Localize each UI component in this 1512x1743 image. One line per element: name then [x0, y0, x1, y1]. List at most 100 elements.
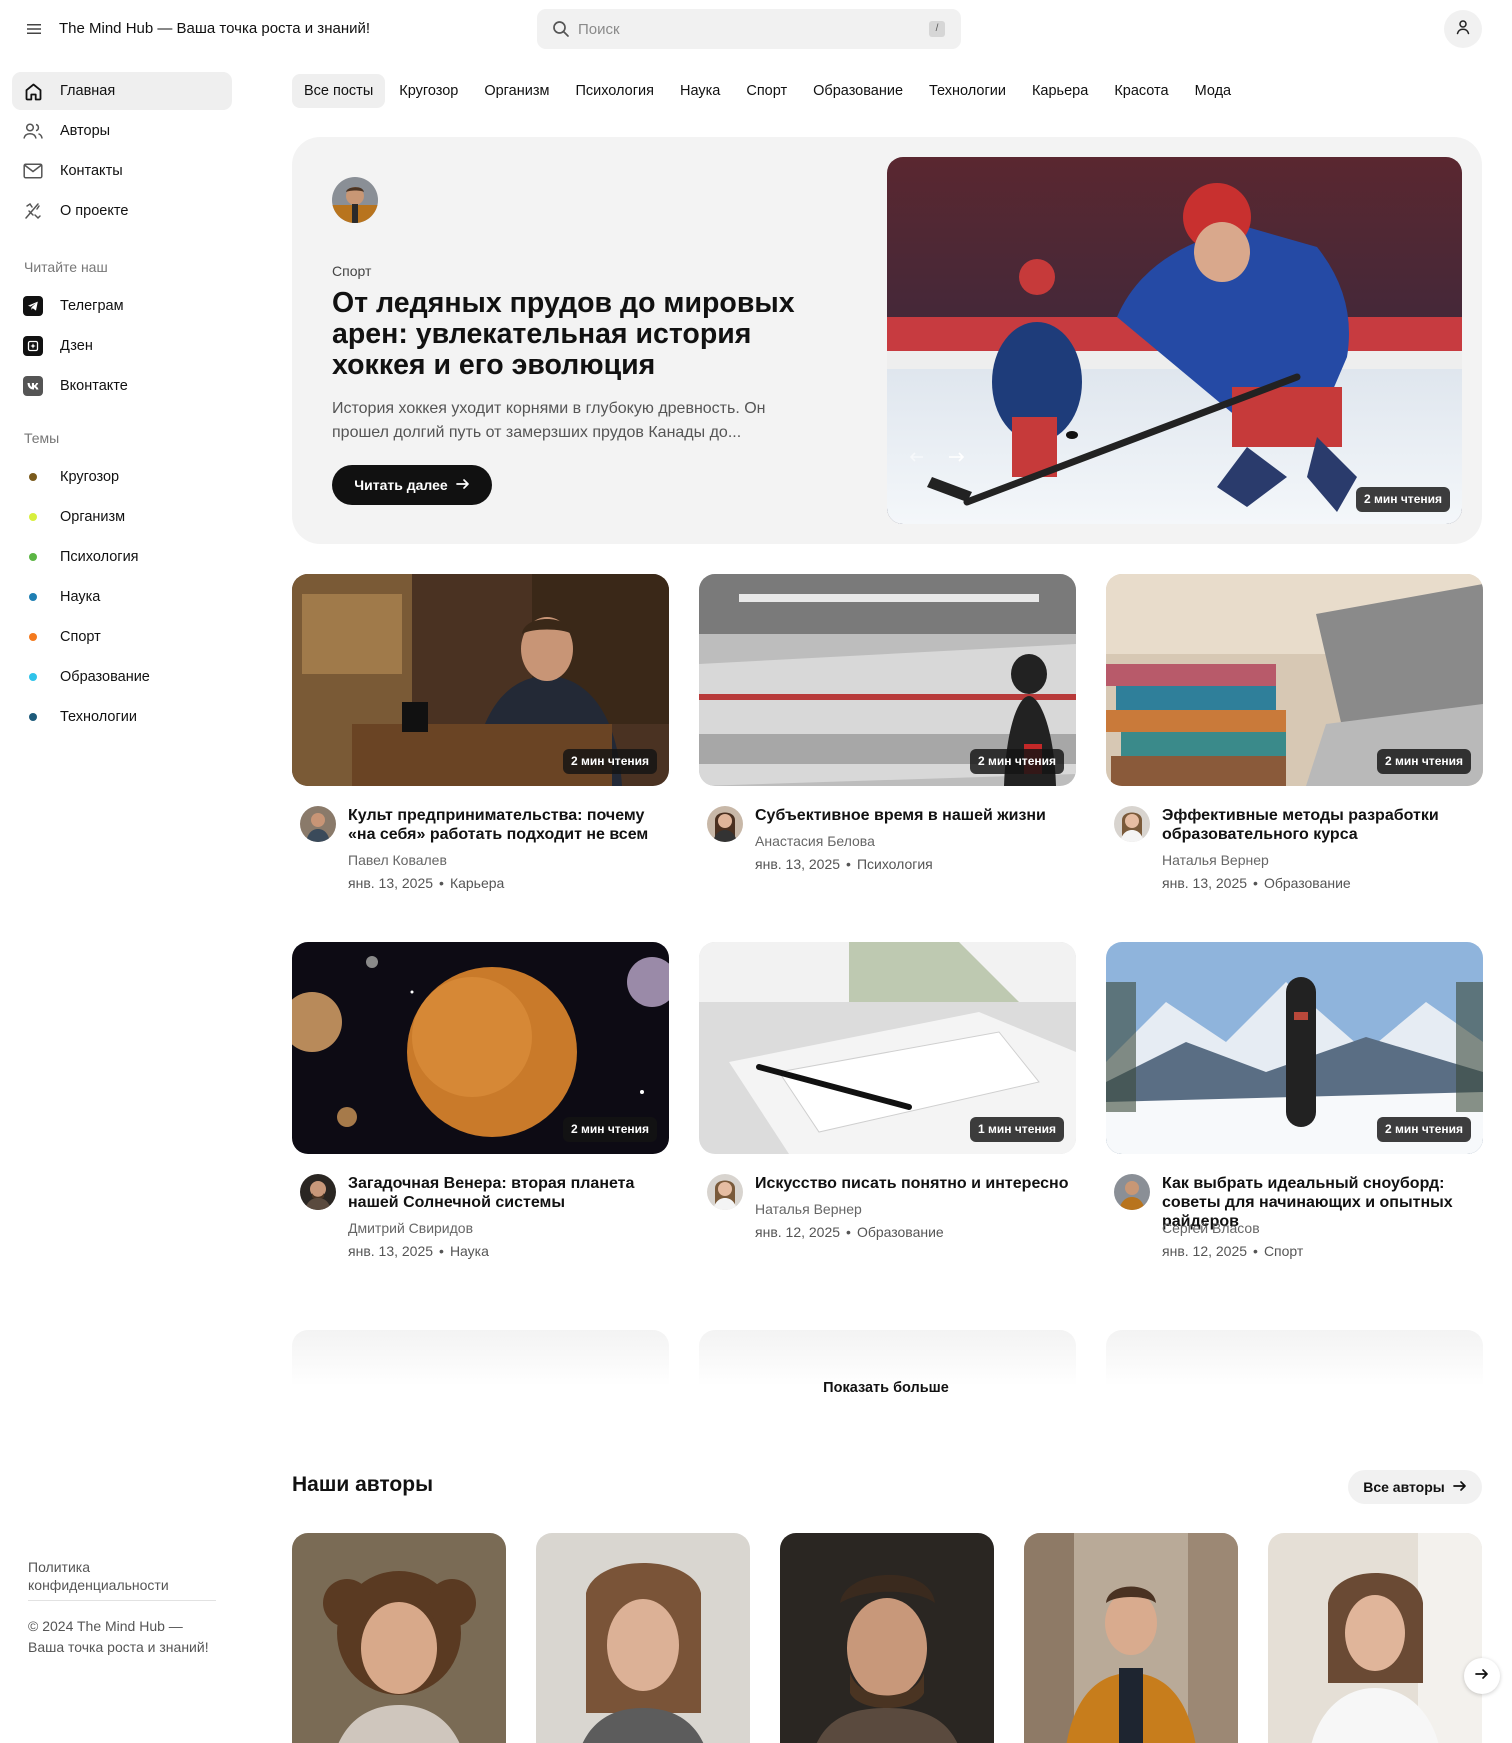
sidebar: Главная Авторы Контакты О проекте Читайт…	[0, 58, 242, 1743]
tab-category[interactable]: Спорт	[734, 74, 799, 108]
author-card[interactable]	[536, 1533, 750, 1743]
sidebar-topic-item[interactable]: Образование	[12, 658, 232, 696]
sidebar-topic-item[interactable]: Спорт	[12, 618, 232, 656]
post-category[interactable]: Карьера	[450, 875, 504, 891]
search-bar[interactable]: /	[537, 9, 961, 49]
tab-category[interactable]: Организм	[472, 74, 561, 108]
sidebar-item-telegram[interactable]: Телеграм	[12, 287, 232, 325]
tab-all-posts[interactable]: Все посты	[292, 74, 386, 108]
sidebar-topic-item[interactable]: Организм	[12, 498, 232, 536]
post-category[interactable]: Спорт	[332, 263, 371, 279]
post-card: 2 мин чтения Эффективные методы разработк…	[1106, 574, 1483, 894]
sidebar-item-label: Кругозор	[60, 469, 120, 485]
topic-color-dot	[29, 673, 37, 681]
post-card: 2 мин чтения Субъективное время в нашей ж…	[699, 574, 1076, 894]
all-authors-button[interactable]: Все авторы	[1348, 1470, 1482, 1504]
author-avatar[interactable]	[300, 1174, 336, 1210]
menu-icon[interactable]	[24, 19, 44, 39]
sidebar-item-contacts[interactable]: Контакты	[12, 152, 232, 190]
read-more-button[interactable]: Читать далее	[332, 465, 492, 505]
loading-placeholder	[699, 1330, 1076, 1386]
post-thumbnail[interactable]: 2 мин чтения	[1106, 942, 1483, 1154]
post-author[interactable]: Анастасия Белова	[755, 833, 875, 849]
tab-category[interactable]: Кругозор	[387, 74, 470, 108]
post-title[interactable]: Загадочная Венера: вторая планета нашей …	[348, 1174, 666, 1212]
tab-category[interactable]: Образование	[801, 74, 915, 108]
author-avatar[interactable]	[707, 1174, 743, 1210]
sidebar-item-dzen[interactable]: Дзен	[12, 327, 232, 365]
post-thumbnail[interactable]: 1 мин чтения	[699, 942, 1076, 1154]
users-icon	[23, 121, 43, 141]
author-card[interactable]	[780, 1533, 994, 1743]
tab-category[interactable]: Карьера	[1020, 74, 1100, 108]
post-author[interactable]: Дмитрий Свиридов	[348, 1220, 473, 1236]
author-avatar[interactable]	[332, 177, 378, 223]
search-input[interactable]	[578, 9, 918, 49]
author-avatar[interactable]	[707, 806, 743, 842]
author-card[interactable]	[1024, 1533, 1238, 1743]
sidebar-item-authors[interactable]: Авторы	[12, 112, 232, 150]
topic-color-dot	[29, 713, 37, 721]
carousel-next-button[interactable]	[1464, 1658, 1500, 1694]
post-category[interactable]: Образование	[1264, 875, 1351, 891]
meta-separator: •	[1253, 875, 1258, 891]
sidebar-topic-item[interactable]: Психология	[12, 538, 232, 576]
post-date: янв. 13, 2025	[755, 856, 841, 872]
user-account-button[interactable]	[1444, 10, 1482, 48]
post-author[interactable]: Павел Ковалев	[348, 852, 447, 868]
post-meta: янв. 13, 2025 • Карьера	[348, 875, 504, 891]
post-meta: янв. 12, 2025 • Спорт	[1162, 1243, 1303, 1259]
post-meta: янв. 13, 2025 • Наука	[348, 1243, 489, 1259]
post-thumbnail[interactable]: 2 мин чтения	[1106, 574, 1483, 786]
post-title[interactable]: Эффективные методы разработки образовате…	[1162, 806, 1480, 844]
post-thumbnail[interactable]: 2 мин чтения	[292, 574, 669, 786]
author-avatar[interactable]	[300, 806, 336, 842]
site-title[interactable]: The Mind Hub — Ваша точка роста и знаний…	[59, 20, 370, 37]
post-meta: янв. 13, 2025 • Психология	[755, 856, 933, 872]
post-thumbnail[interactable]: 2 мин чтения	[292, 942, 669, 1154]
post-title[interactable]: Субъективное время в нашей жизни	[755, 806, 1073, 825]
post-title[interactable]: Искусство писать понятно и интересно	[755, 1174, 1073, 1193]
author-avatar[interactable]	[1114, 1174, 1150, 1210]
privacy-policy-link[interactable]: Политика конфиденциальности	[28, 1558, 218, 1594]
post-card: 2 мин чтения Как выбрать идеальный сноубо…	[1106, 942, 1483, 1262]
sidebar-topic-item[interactable]: Технологии	[12, 698, 232, 736]
search-icon	[552, 20, 570, 38]
tab-category[interactable]: Технологии	[917, 74, 1018, 108]
top-bar: The Mind Hub — Ваша точка роста и знаний…	[0, 0, 1512, 58]
arrow-right-icon	[1475, 1667, 1489, 1685]
sidebar-topic-item[interactable]: Наука	[12, 578, 232, 616]
sidebar-item-vk[interactable]: Вконтакте	[12, 367, 232, 405]
meta-separator: •	[1253, 1243, 1258, 1259]
post-thumbnail[interactable]: 2 мин чтения	[699, 574, 1076, 786]
show-more-button[interactable]: Показать больше	[776, 1380, 996, 1402]
post-title[interactable]: От ледяных прудов до мировых арен: увлек…	[332, 288, 812, 381]
carousel-arrows[interactable]	[909, 449, 967, 470]
hockey-image[interactable]: 2 мин чтения	[887, 157, 1462, 524]
sidebar-item-about[interactable]: О проекте	[12, 192, 232, 230]
tab-category[interactable]: Красота	[1102, 74, 1180, 108]
author-card[interactable]	[1268, 1533, 1482, 1743]
post-title[interactable]: Культ предпринимательства: почему «на се…	[348, 806, 666, 844]
author-card[interactable]	[292, 1533, 506, 1743]
post-card: 1 мин чтения Искусство писать понятно и и…	[699, 942, 1076, 1262]
post-author[interactable]: Наталья Вернер	[755, 1201, 862, 1217]
post-author[interactable]: Наталья Вернер	[1162, 852, 1269, 868]
topic-color-dot	[29, 553, 37, 561]
post-author[interactable]: Сергей Власов	[1162, 1220, 1260, 1236]
tab-category[interactable]: Наука	[668, 74, 732, 108]
post-category[interactable]: Наука	[450, 1243, 489, 1259]
read-time-badge: 2 мин чтения	[563, 1117, 657, 1142]
sidebar-item-home[interactable]: Главная	[12, 72, 232, 110]
author-avatar[interactable]	[1114, 806, 1150, 842]
post-category[interactable]: Спорт	[1264, 1243, 1303, 1259]
read-time-badge: 1 мин чтения	[970, 1117, 1064, 1142]
meta-separator: •	[846, 1224, 851, 1240]
tab-category[interactable]: Мода	[1183, 74, 1244, 108]
read-us-heading: Читайте наш	[24, 259, 108, 275]
tab-category[interactable]: Психология	[563, 74, 666, 108]
post-category[interactable]: Психология	[857, 856, 933, 872]
post-category[interactable]: Образование	[857, 1224, 944, 1240]
post-card: 2 мин чтения Культ предпринимательства: п…	[292, 574, 669, 894]
sidebar-topic-item[interactable]: Кругозор	[12, 458, 232, 496]
